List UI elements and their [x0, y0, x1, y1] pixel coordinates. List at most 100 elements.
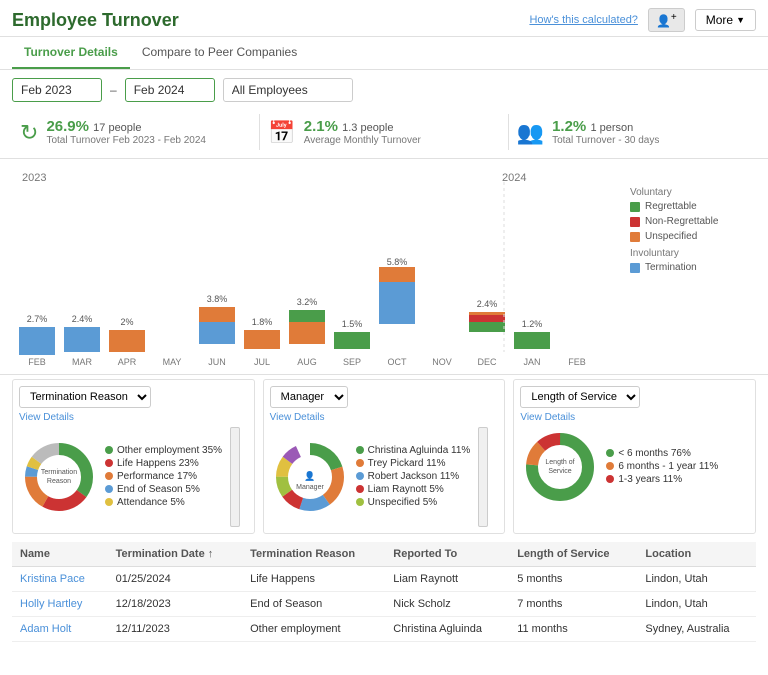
svg-text:Length of: Length of — [546, 459, 575, 466]
col-name: Name — [12, 542, 108, 567]
svg-text:3.2%: 3.2% — [297, 297, 318, 307]
svg-text:Termination: Termination — [41, 469, 77, 476]
donut-panel-length-service: Length of Service View Details Length of… — [513, 379, 756, 534]
svg-text:MAY: MAY — [163, 357, 182, 367]
page-title: Employee Turnover — [12, 10, 179, 31]
svg-text:AUG: AUG — [297, 357, 317, 367]
employee-name-link[interactable]: Adam Holt — [12, 617, 108, 642]
employee-name-link[interactable]: Holly Hartley — [12, 592, 108, 617]
legend-unspecified: Unspecified — [630, 231, 752, 242]
tab-compare-peers[interactable]: Compare to Peer Companies — [130, 37, 309, 69]
termination-color — [630, 263, 640, 273]
svg-text:2.4%: 2.4% — [477, 299, 498, 309]
employee-name-link[interactable]: Kristina Pace — [12, 567, 108, 592]
start-date-input[interactable] — [12, 78, 102, 102]
length-of-service: 5 months — [509, 567, 637, 592]
col-location: Location — [637, 542, 756, 567]
donut-scroll-1[interactable] — [230, 427, 240, 527]
view-details-link-2[interactable]: View Details — [270, 412, 499, 423]
termination-date: 12/11/2023 — [108, 617, 242, 642]
legend-non-regrettable: Non-Regrettable — [630, 216, 752, 227]
refresh-icon: ↻ — [20, 120, 38, 146]
donut-section: Termination Reason View Details Terminat… — [0, 374, 768, 542]
add-user-button[interactable]: 👤+ — [648, 8, 685, 32]
svg-text:Service: Service — [549, 468, 572, 475]
svg-text:3.8%: 3.8% — [207, 294, 228, 304]
svg-text:1.8%: 1.8% — [252, 317, 273, 327]
col-termination-date[interactable]: Termination Date ↑ — [108, 542, 242, 567]
length-of-service: 7 months — [509, 592, 637, 617]
location: Lindon, Utah — [637, 592, 756, 617]
view-details-link-3[interactable]: View Details — [520, 412, 749, 423]
header-actions: How's this calculated? 👤+ More ▼ — [529, 8, 756, 32]
donut-scroll-2[interactable] — [478, 427, 488, 527]
regrettable-color — [630, 202, 640, 212]
col-reported-to: Reported To — [385, 542, 509, 567]
svg-text:2.4%: 2.4% — [72, 314, 93, 324]
more-button[interactable]: More ▼ — [695, 9, 756, 31]
length-of-service: 11 months — [509, 617, 637, 642]
donut-panel-termination-reason: Termination Reason View Details Terminat… — [12, 379, 255, 534]
svg-text:Manager: Manager — [296, 484, 324, 491]
view-details-link-1[interactable]: View Details — [19, 412, 248, 423]
svg-text:FEB: FEB — [28, 357, 46, 367]
svg-text:2023: 2023 — [22, 172, 46, 184]
tab-bar: Turnover Details Compare to Peer Compani… — [0, 37, 768, 70]
svg-text:Reason: Reason — [47, 478, 71, 485]
col-termination-reason: Termination Reason — [242, 542, 385, 567]
donut-legend-3: < 6 months 76% 6 months - 1 year 11% 1-3… — [606, 448, 718, 487]
location: Lindon, Utah — [637, 567, 756, 592]
bar-chart-section: 2023 2024 2.7% FEB 2.4% MAR 2% APR MAY 3… — [0, 159, 768, 374]
svg-text:👤: 👤 — [304, 470, 315, 481]
svg-text:2.7%: 2.7% — [27, 314, 48, 324]
bar-chart-svg: 2023 2024 2.7% FEB 2.4% MAR 2% APR MAY 3… — [12, 167, 602, 367]
donut-panel-header-2: Manager — [270, 386, 499, 408]
svg-text:2024: 2024 — [502, 172, 526, 184]
svg-text:APR: APR — [118, 357, 137, 367]
chevron-down-icon: ▼ — [736, 15, 745, 25]
length-service-dropdown[interactable]: Length of Service — [520, 386, 640, 408]
reported-to: Nick Scholz — [385, 592, 509, 617]
how-calculated-link[interactable]: How's this calculated? — [529, 14, 638, 26]
termination-date: 01/25/2024 — [108, 567, 242, 592]
donut-chart-1: Termination Reason — [19, 437, 99, 517]
unspecified-color — [630, 232, 640, 242]
termination-reason: Life Happens — [242, 567, 385, 592]
svg-text:JUN: JUN — [208, 357, 226, 367]
legend-regrettable: Regrettable — [630, 201, 752, 212]
termination-reason: End of Season — [242, 592, 385, 617]
legend-termination: Termination — [630, 262, 752, 273]
end-date-input[interactable] — [125, 78, 215, 102]
donut-content-3: Length of Service < 6 months 76% 6 month… — [520, 427, 749, 507]
bar-chart-area: 2023 2024 2.7% FEB 2.4% MAR 2% APR MAY 3… — [12, 167, 626, 370]
employee-table: Name Termination Date ↑ Termination Reas… — [12, 542, 756, 642]
stat-monthly-turnover: 📅 2.1% 1.3 people Average Monthly Turnov… — [260, 114, 508, 150]
termination-reason: Other employment — [242, 617, 385, 642]
termination-reason-dropdown[interactable]: Termination Reason — [19, 386, 151, 408]
col-length-service: Length of Service — [509, 542, 637, 567]
svg-text:SEP: SEP — [343, 357, 361, 367]
table-row: Kristina Pace 01/25/2024 Life Happens Li… — [12, 567, 756, 592]
stats-bar: ↻ 26.9% 17 people Total Turnover Feb 202… — [0, 110, 768, 159]
table-row: Adam Holt 12/11/2023 Other employment Ch… — [12, 617, 756, 642]
svg-text:1.2%: 1.2% — [522, 319, 543, 329]
donut-legend-1: Other employment 35% Life Happens 23% Pe… — [105, 445, 222, 510]
location: Sydney, Australia — [637, 617, 756, 642]
svg-text:JAN: JAN — [523, 357, 540, 367]
table-row: Holly Hartley 12/18/2023 End of Season N… — [12, 592, 756, 617]
tab-turnover-details[interactable]: Turnover Details — [12, 37, 130, 69]
calendar-icon: 📅 — [268, 120, 295, 146]
manager-dropdown[interactable]: Manager — [270, 386, 348, 408]
svg-text:5.8%: 5.8% — [387, 257, 408, 267]
termination-date: 12/18/2023 — [108, 592, 242, 617]
employee-filter-input[interactable] — [223, 78, 353, 102]
donut-legend-2: Christina Agluinda 11% Trey Pickard 11% … — [356, 445, 471, 510]
donut-content-2: 👤 Manager Christina Agluinda 11% Trey Pi… — [270, 427, 499, 527]
non-regrettable-color — [630, 217, 640, 227]
donut-panel-manager: Manager View Details 👤 Manager — [263, 379, 506, 534]
voluntary-label: Voluntary — [630, 187, 752, 198]
reported-to: Christina Agluinda — [385, 617, 509, 642]
donut-panel-header-1: Termination Reason — [19, 386, 248, 408]
svg-text:OCT: OCT — [388, 357, 408, 367]
svg-text:1.5%: 1.5% — [342, 319, 363, 329]
